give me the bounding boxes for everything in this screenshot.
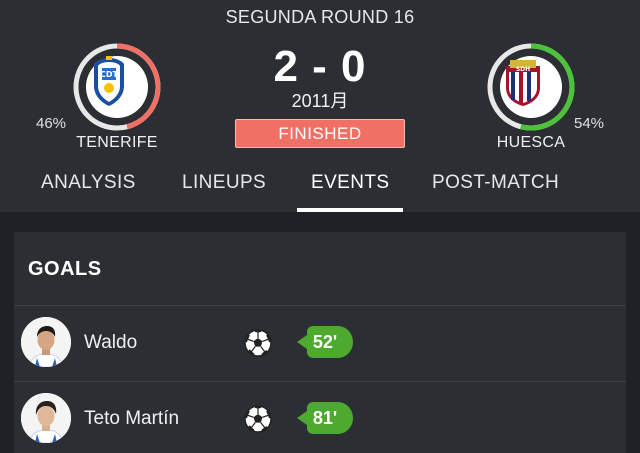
svg-text:CDT: CDT [100,70,119,79]
soccer-ball-icon [244,329,272,362]
match-date: 2011月 [291,91,349,111]
status-badge: FINISHED [235,119,405,148]
home-team[interactable]: CDT TENERIFE [72,42,162,152]
away-team[interactable]: SDH HUESCA [486,42,576,152]
tab-events[interactable]: EVENTS [311,172,389,194]
player-avatar [21,393,71,443]
away-possession-ring: SDH [486,42,576,132]
tab-bar: ANALYSIS LINEUPS EVENTS POST-MATCH [0,168,640,212]
away-possession: 54% [574,115,605,132]
goals-card: GOALS Waldo 52' Teto Martín 81' [14,232,626,453]
goal-minute: 81' [312,408,338,428]
goal-row[interactable]: Teto Martín 81' [14,382,626,453]
player-avatar [21,317,71,367]
tab-analysis[interactable]: ANALYSIS [41,172,136,194]
goal-row[interactable]: Waldo 52' [14,306,626,381]
goal-minute: 52' [312,332,338,352]
player-name: Teto Martín [84,408,180,429]
active-tab-indicator [297,208,403,212]
tab-lineups[interactable]: LINEUPS [182,172,266,194]
round-label: SEGUNDA ROUND 16 [225,7,415,27]
home-possession-ring: CDT [72,42,162,132]
score: 2 - 0 [273,42,367,91]
tenerife-crest-icon: CDT [86,56,148,118]
home-possession: 46% [36,115,67,132]
match-header: SEGUNDA ROUND 16 CDT TENERIFE 46% 2 - 0 [0,0,640,212]
away-team-name: HUESCA [496,134,566,151]
huesca-crest-icon: SDH [500,56,562,118]
svg-text:SDH: SDH [516,66,530,73]
player-name: Waldo [84,332,138,353]
soccer-ball-icon [244,405,272,438]
home-team-name: TENERIFE [76,134,158,151]
goals-title: GOALS [28,258,102,280]
tab-post-match[interactable]: POST-MATCH [432,172,559,194]
